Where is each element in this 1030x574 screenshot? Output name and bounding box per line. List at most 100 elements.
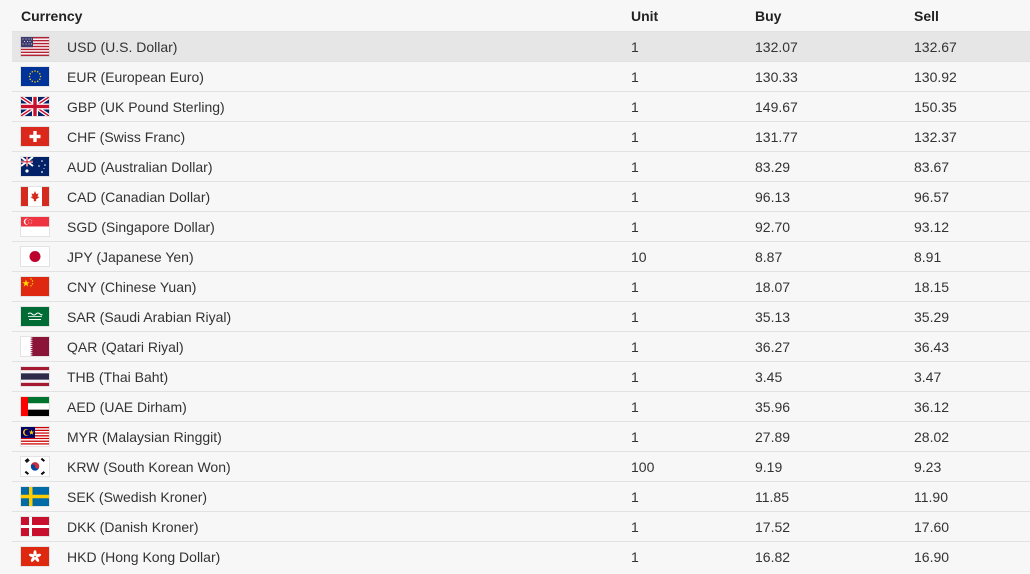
se-flag-icon xyxy=(21,487,49,506)
flag-cell xyxy=(12,211,67,242)
sell-rate: 130.92 xyxy=(914,61,1030,92)
flag-cell xyxy=(12,61,67,92)
table-row: EUR (European Euro) 1 130.33 130.92 xyxy=(12,61,1030,92)
buy-rate: 36.27 xyxy=(755,331,914,362)
sell-rate: 36.12 xyxy=(914,391,1030,422)
th-flag-icon xyxy=(21,367,49,386)
buy-rate: 96.13 xyxy=(755,181,914,212)
us-flag-icon xyxy=(21,37,49,56)
sell-rate: 28.02 xyxy=(914,421,1030,452)
flag-cell xyxy=(12,271,67,302)
currency-name: HKD (Hong Kong Dollar) xyxy=(67,541,631,571)
exchange-rate-page: Currency Unit Buy Sell USD (U.S. Dollar)… xyxy=(0,0,1030,574)
buy-rate: 3.45 xyxy=(755,361,914,392)
ca-flag-icon xyxy=(21,187,49,206)
buy-rate: 35.13 xyxy=(755,301,914,332)
unit-value: 1 xyxy=(631,61,755,92)
table-row: AED (UAE Dirham) 1 35.96 36.12 xyxy=(12,391,1030,422)
unit-value: 1 xyxy=(631,271,755,302)
sell-rate: 17.60 xyxy=(914,511,1030,542)
buy-rate: 132.07 xyxy=(755,31,914,62)
unit-value: 1 xyxy=(631,151,755,182)
jp-flag-icon xyxy=(21,247,49,266)
au-flag-icon xyxy=(21,157,49,176)
flag-cell xyxy=(12,331,67,362)
sg-flag-icon xyxy=(21,217,49,236)
currency-name: SEK (Swedish Kroner) xyxy=(67,481,631,512)
sell-rate: 132.67 xyxy=(914,31,1030,62)
kr-flag-icon xyxy=(21,457,49,476)
header-currency: Currency xyxy=(21,7,83,24)
buy-rate: 92.70 xyxy=(755,211,914,242)
table-row: THB (Thai Baht) 1 3.45 3.47 xyxy=(12,361,1030,392)
sell-rate: 93.12 xyxy=(914,211,1030,242)
table-row: AUD (Australian Dollar) 1 83.29 83.67 xyxy=(12,151,1030,182)
unit-value: 1 xyxy=(631,511,755,542)
unit-value: 100 xyxy=(631,451,755,482)
sell-rate: 36.43 xyxy=(914,331,1030,362)
qa-flag-icon xyxy=(21,337,49,356)
table-row: CAD (Canadian Dollar) 1 96.13 96.57 xyxy=(12,181,1030,212)
buy-rate: 149.67 xyxy=(755,91,914,122)
unit-value: 1 xyxy=(631,91,755,122)
sell-rate: 35.29 xyxy=(914,301,1030,332)
buy-rate: 11.85 xyxy=(755,481,914,512)
header-unit: Unit xyxy=(631,7,659,24)
sell-rate: 18.15 xyxy=(914,271,1030,302)
table-row: KRW (South Korean Won) 100 9.19 9.23 xyxy=(12,451,1030,482)
sell-rate: 150.35 xyxy=(914,91,1030,122)
unit-value: 1 xyxy=(631,31,755,62)
currency-name: QAR (Qatari Riyal) xyxy=(67,331,631,362)
unit-value: 1 xyxy=(631,481,755,512)
gb-flag-icon xyxy=(21,97,49,116)
currency-name: SAR (Saudi Arabian Riyal) xyxy=(67,301,631,332)
ch-flag-icon xyxy=(21,127,49,146)
table-row: SEK (Swedish Kroner) 1 11.85 11.90 xyxy=(12,481,1030,512)
exchange-rate-table: Currency Unit Buy Sell USD (U.S. Dollar)… xyxy=(12,0,1030,571)
table-row: JPY (Japanese Yen) 10 8.87 8.91 xyxy=(12,241,1030,272)
eu-flag-icon xyxy=(21,67,49,86)
table-row: GBP (UK Pound Sterling) 1 149.67 150.35 xyxy=(12,91,1030,122)
header-sell: Sell xyxy=(914,7,939,24)
table-header-row: Currency Unit Buy Sell xyxy=(12,0,1030,32)
unit-value: 1 xyxy=(631,181,755,212)
hk-flag-icon xyxy=(21,547,49,566)
flag-cell xyxy=(12,541,67,571)
buy-rate: 18.07 xyxy=(755,271,914,302)
currency-name: DKK (Danish Kroner) xyxy=(67,511,631,542)
unit-value: 1 xyxy=(631,211,755,242)
buy-rate: 27.89 xyxy=(755,421,914,452)
sell-rate: 83.67 xyxy=(914,151,1030,182)
table-row: CNY (Chinese Yuan) 1 18.07 18.15 xyxy=(12,271,1030,302)
currency-name: CHF (Swiss Franc) xyxy=(67,121,631,152)
flag-cell xyxy=(12,121,67,152)
buy-rate: 9.19 xyxy=(755,451,914,482)
ae-flag-icon xyxy=(21,397,49,416)
buy-rate: 131.77 xyxy=(755,121,914,152)
sell-rate: 96.57 xyxy=(914,181,1030,212)
unit-value: 1 xyxy=(631,541,755,571)
table-row: MYR (Malaysian Ringgit) 1 27.89 28.02 xyxy=(12,421,1030,452)
flag-cell xyxy=(12,511,67,542)
my-flag-icon xyxy=(21,427,49,446)
table-row: HKD (Hong Kong Dollar) 1 16.82 16.90 xyxy=(12,541,1030,571)
sa-flag-icon xyxy=(21,307,49,326)
buy-rate: 130.33 xyxy=(755,61,914,92)
sell-rate: 16.90 xyxy=(914,541,1030,571)
flag-cell xyxy=(12,31,67,62)
sell-rate: 9.23 xyxy=(914,451,1030,482)
flag-cell xyxy=(12,391,67,422)
cn-flag-icon xyxy=(21,277,49,296)
currency-name: CAD (Canadian Dollar) xyxy=(67,181,631,212)
unit-value: 1 xyxy=(631,331,755,362)
sell-rate: 11.90 xyxy=(914,481,1030,512)
header-buy: Buy xyxy=(755,7,782,24)
currency-name: CNY (Chinese Yuan) xyxy=(67,271,631,302)
currency-name: USD (U.S. Dollar) xyxy=(67,31,631,62)
currency-name: JPY (Japanese Yen) xyxy=(67,241,631,272)
sell-rate: 8.91 xyxy=(914,241,1030,272)
flag-cell xyxy=(12,91,67,122)
buy-rate: 8.87 xyxy=(755,241,914,272)
currency-name: AED (UAE Dirham) xyxy=(67,391,631,422)
dk-flag-icon xyxy=(21,517,49,536)
